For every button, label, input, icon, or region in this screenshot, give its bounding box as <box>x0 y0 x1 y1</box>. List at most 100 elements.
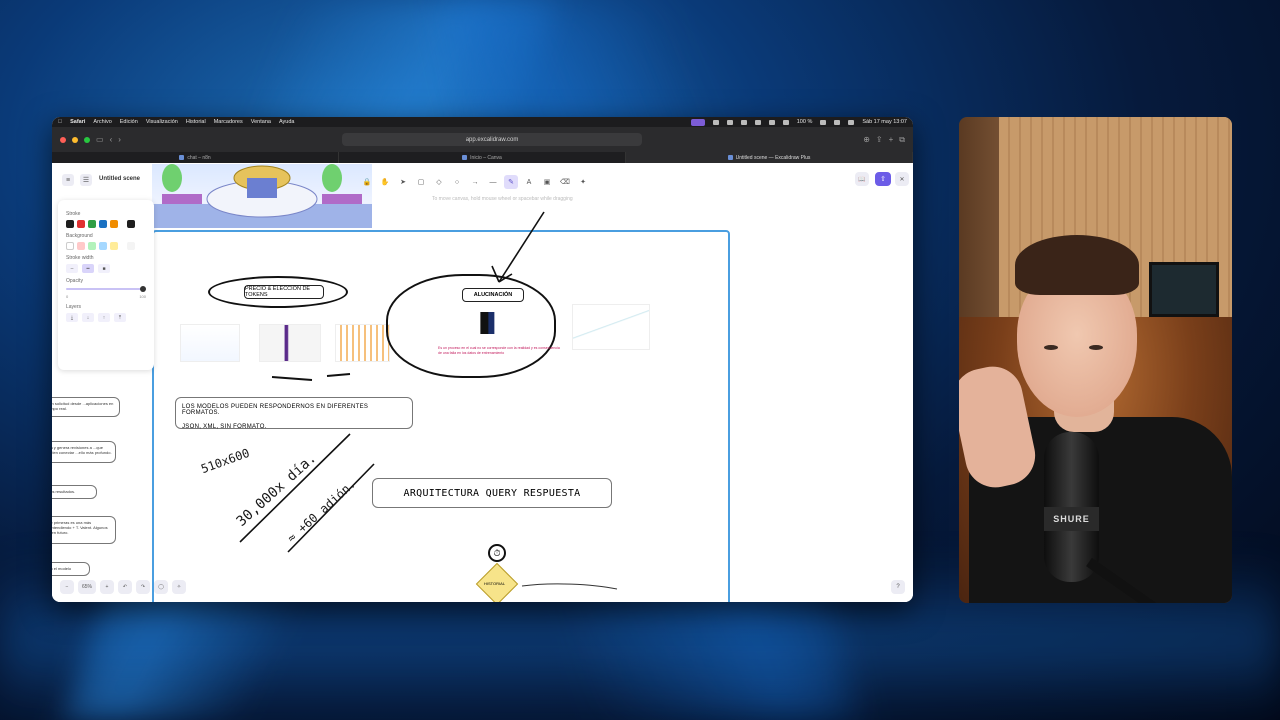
library-button[interactable]: 📖 <box>855 172 869 186</box>
minimize-window-button[interactable] <box>72 136 78 143</box>
zoom-level[interactable]: 65% <box>78 580 97 594</box>
arrow-tool[interactable]: → <box>468 175 482 189</box>
bring-forward-button[interactable]: ↑ <box>98 313 110 322</box>
menu-item[interactable]: Ayuda <box>279 119 295 125</box>
sidebar-icon[interactable]: ▭ <box>96 135 104 144</box>
select-tool[interactable]: ➤ <box>396 175 410 189</box>
battery-label[interactable]: 100 % <box>797 119 813 125</box>
recording-icon[interactable] <box>690 118 705 126</box>
main-menu-button[interactable]: ≡ <box>62 174 74 186</box>
tab-canva[interactable]: Inicio – Canva <box>339 152 626 163</box>
alucinacion-box[interactable]: ALUCINACIÓN <box>462 288 524 302</box>
share-button[interactable]: ⇧ <box>875 172 891 186</box>
bring-to-front-button[interactable]: ⤒ <box>114 313 126 322</box>
apple-icon[interactable]:  <box>58 119 62 125</box>
volume-icon[interactable] <box>768 119 775 125</box>
help-button[interactable]: ? <box>891 580 905 594</box>
color-swatch[interactable] <box>77 220 85 228</box>
downloads-icon[interactable]: ⊕ <box>863 135 870 144</box>
selected-color-swatch[interactable] <box>127 242 135 250</box>
send-to-back-button[interactable]: ⤓ <box>66 313 78 322</box>
close-window-button[interactable] <box>60 136 66 143</box>
opacity-slider[interactable] <box>66 286 146 292</box>
library-toggle-button[interactable]: ☰ <box>80 174 92 186</box>
zoom-window-button[interactable] <box>84 136 90 143</box>
menu-app-name[interactable]: Safari <box>70 119 85 125</box>
tab-excalidraw[interactable]: Untitled scene — Excalidraw Plus <box>626 152 913 163</box>
menu-item[interactable]: Historial <box>186 119 206 125</box>
status-icon[interactable] <box>740 119 747 125</box>
menu-item[interactable]: Visualización <box>146 119 178 125</box>
line-chart-thumbnail[interactable] <box>572 304 650 350</box>
menubar-clock[interactable]: Sáb 17 may 13:07 <box>862 119 907 125</box>
back-icon[interactable]: ‹ <box>110 135 113 144</box>
formats-box[interactable]: LOS MODELOS PUEDEN RESPONDERNOS EN DIFER… <box>175 397 413 430</box>
control-center-icon[interactable] <box>848 119 855 125</box>
line-tool[interactable]: — <box>486 175 500 189</box>
lock-tool[interactable]: 🔒 <box>360 175 374 189</box>
wifi-icon[interactable] <box>820 119 827 125</box>
share-icon[interactable]: ⇪ <box>876 135 883 144</box>
status-icon[interactable] <box>754 119 761 125</box>
menu-item[interactable]: Edición <box>120 119 138 125</box>
address-bar[interactable]: app.excalidraw.com <box>342 133 643 146</box>
selected-color-swatch[interactable] <box>127 220 135 228</box>
diagram-image[interactable] <box>472 312 512 334</box>
bluetooth-icon[interactable] <box>782 119 789 125</box>
eraser-tool[interactable]: ⌫ <box>558 175 572 189</box>
chart-thumbnail[interactable] <box>180 324 240 362</box>
red-note[interactable]: Es un proceso en el cual no se correspon… <box>438 346 560 355</box>
opacity-knob[interactable] <box>140 286 146 292</box>
scene-title[interactable]: Untitled scene <box>99 176 140 182</box>
extra-tools[interactable]: ✦ <box>576 175 590 189</box>
color-swatch[interactable] <box>110 220 118 228</box>
diamond-tool[interactable]: ◇ <box>432 175 446 189</box>
excalidraw-canvas[interactable]: ≡ ☰ Untitled scene 🔒 ✋ ➤ ▢ ◇ ○ → — ✎ A ▣… <box>52 164 913 602</box>
chart-thumbnail[interactable] <box>335 324 390 362</box>
status-icon[interactable] <box>726 119 733 125</box>
color-swatch[interactable] <box>88 220 96 228</box>
zoom-out-button[interactable]: − <box>60 580 74 594</box>
rectangle-tool[interactable]: ▢ <box>414 175 428 189</box>
side-note[interactable]: ...un solicitud desde ...aplicaciones en… <box>52 397 120 417</box>
undo-button[interactable]: ↶ <box>118 580 133 594</box>
menu-item[interactable]: Ventana <box>251 119 271 125</box>
side-note[interactable]: ...te primeras es una más ...entendiendo… <box>52 516 116 544</box>
color-swatch[interactable] <box>66 220 74 228</box>
comment-button[interactable]: ◯ <box>154 580 169 594</box>
side-note[interactable]: ...to el modelo <box>52 562 90 576</box>
stroke-bold-button[interactable]: ━ <box>82 264 94 273</box>
history-icon[interactable]: ⏱ <box>488 544 506 562</box>
new-tab-icon[interactable]: + <box>889 135 894 144</box>
side-note[interactable]: ...ta y genera revisiones a ...que suele… <box>52 441 116 463</box>
color-swatch[interactable] <box>99 242 107 250</box>
draw-tool[interactable]: ✎ <box>504 175 518 189</box>
hand-tool[interactable]: ✋ <box>378 175 392 189</box>
color-swatch[interactable] <box>66 242 74 250</box>
side-note[interactable]: ...los resultados. <box>52 485 97 499</box>
redo-button[interactable]: ↷ <box>136 580 151 594</box>
palace-image[interactable] <box>152 164 372 228</box>
close-sidebar-button[interactable]: ✕ <box>895 172 909 186</box>
status-icon[interactable] <box>712 119 719 125</box>
forward-icon[interactable]: › <box>118 135 121 144</box>
stroke-thin-button[interactable]: – <box>66 264 78 273</box>
menu-item[interactable]: Marcadores <box>214 119 243 125</box>
ai-button[interactable]: ✧ <box>172 580 187 594</box>
chart-thumbnail[interactable] <box>259 324 321 362</box>
search-icon[interactable] <box>834 119 841 125</box>
stroke-extra-bold-button[interactable]: ■ <box>98 264 110 273</box>
menu-item[interactable]: Archivo <box>93 119 111 125</box>
send-backward-button[interactable]: ↓ <box>82 313 94 322</box>
tokens-box[interactable]: PRECIO & ELECCIÓN DE TOKENS <box>244 285 324 299</box>
text-tool[interactable]: A <box>522 175 536 189</box>
tab-n8n[interactable]: chat – n8n <box>52 152 339 163</box>
color-swatch[interactable] <box>88 242 96 250</box>
image-tool[interactable]: ▣ <box>540 175 554 189</box>
zoom-in-button[interactable]: + <box>100 580 115 594</box>
color-swatch[interactable] <box>77 242 85 250</box>
color-swatch[interactable] <box>110 242 118 250</box>
color-swatch[interactable] <box>99 220 107 228</box>
tab-overview-icon[interactable]: ⧉ <box>899 135 905 145</box>
arquitectura-box[interactable]: ARQUITECTURA QUERY RESPUESTA <box>372 478 612 508</box>
